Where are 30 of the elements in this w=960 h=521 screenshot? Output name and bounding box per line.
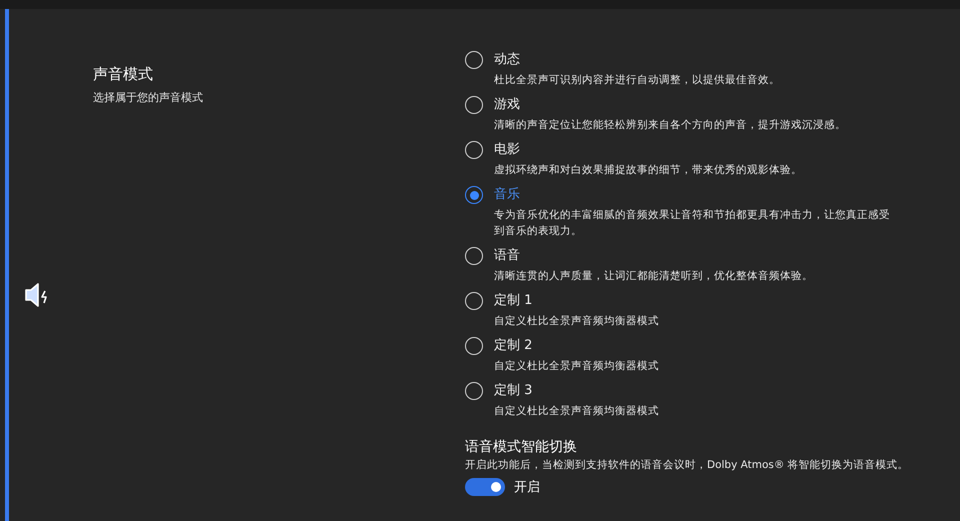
mode-description: 专为音乐优化的丰富细腻的音频效果让音符和节拍都更具有冲击力，让您真正感受到音乐的表现力。 [494, 208, 891, 239]
mode-label[interactable]: 定制 1 [494, 292, 930, 310]
mode-label[interactable]: 电影 [494, 141, 930, 159]
mode-label[interactable]: 游戏 [494, 96, 930, 114]
section-title: 声音模式 [93, 64, 154, 84]
radio-button[interactable] [465, 96, 483, 114]
radio-button[interactable] [465, 247, 483, 265]
mode-label[interactable]: 定制 2 [494, 337, 930, 355]
radio-button[interactable] [465, 186, 483, 204]
radio-button[interactable] [465, 141, 483, 159]
mode-label[interactable]: 定制 3 [494, 382, 930, 400]
section-subtitle: 选择属于您的声音模式 [93, 90, 204, 105]
mode-description: 自定义杜比全景声音频均衡器模式 [494, 359, 660, 374]
radio-button[interactable] [465, 382, 483, 400]
mode-description: 清晰连贯的人声质量，让词汇都能清楚听到，优化整体音频体验。 [494, 269, 814, 284]
mode-label[interactable]: 音乐 [494, 186, 930, 204]
radio-button[interactable] [465, 337, 483, 355]
mode-description: 清晰的声音定位让您能轻松辨别来自各个方向的声音，提升游戏沉浸感。 [494, 118, 847, 133]
mode-description: 杜比全景声可识别内容并进行自动调整，以提供最佳音效。 [494, 73, 781, 88]
toggle-switch[interactable] [465, 478, 505, 496]
mode-description: 自定义杜比全景声音频均衡器模式 [494, 314, 660, 329]
mode-description: 自定义杜比全景声音频均衡器模式 [494, 404, 660, 419]
mode-description: 虚拟环绕声和对白效果捕捉故事的细节，带来优秀的观影体验。 [494, 163, 803, 178]
radio-button[interactable] [465, 292, 483, 310]
toggle-label: 开启 [514, 479, 540, 496]
setting-description: 开启此功能后，当检测到支持软件的语音会议时，Dolby Atmos® 将智能切换为语音模式。 [465, 458, 910, 473]
radio-button[interactable] [465, 51, 483, 69]
mode-label[interactable]: 语音 [494, 247, 930, 265]
mode-label[interactable]: 动态 [494, 51, 930, 69]
setting-title: 语音模式智能切换 [465, 438, 578, 457]
